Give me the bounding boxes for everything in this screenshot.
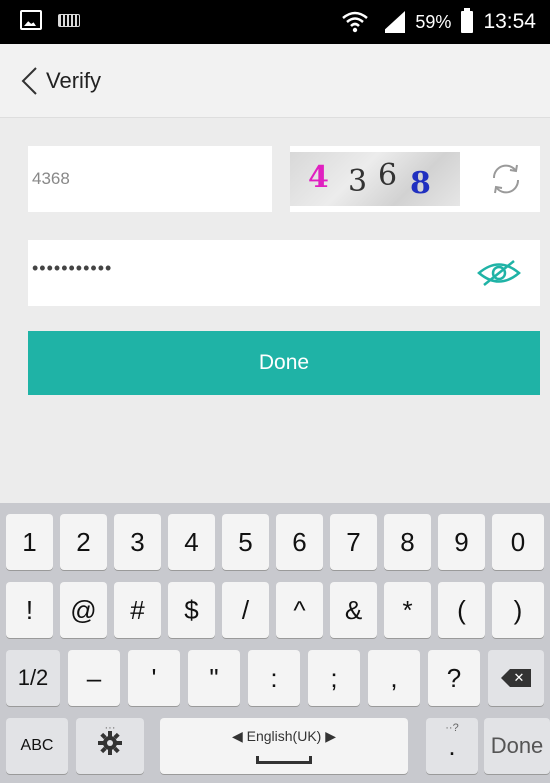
gear-icon xyxy=(97,730,123,763)
toggle-password-visibility-button[interactable] xyxy=(476,258,522,288)
key[interactable]: / xyxy=(222,582,269,638)
period-key-label: . xyxy=(448,730,456,761)
key[interactable]: 9 xyxy=(438,514,485,570)
captcha-input-value: 4368 xyxy=(32,169,70,188)
space-bar-icon xyxy=(256,756,312,764)
key[interactable]: 6 xyxy=(276,514,323,570)
keyboard-row-bottom: ABC ··· ◀ English(UK) ▶ ··? . Done xyxy=(0,718,550,774)
period-key-hint: ··? xyxy=(445,722,459,734)
status-left-icons xyxy=(20,10,80,30)
backspace-icon: ✕ xyxy=(501,669,531,687)
key[interactable]: 8 xyxy=(384,514,431,570)
key[interactable]: ( xyxy=(438,582,485,638)
key[interactable]: 5 xyxy=(222,514,269,570)
header: Verify xyxy=(0,44,550,118)
space-key[interactable]: ◀ English(UK) ▶ xyxy=(160,718,408,774)
refresh-captcha-button[interactable] xyxy=(488,162,524,196)
captcha-digit: 8 xyxy=(410,166,431,201)
space-language-label: English(UK) xyxy=(246,728,322,744)
done-button[interactable]: Done xyxy=(28,331,540,395)
backspace-key[interactable]: ✕ xyxy=(488,650,544,706)
period-key[interactable]: ··? . xyxy=(426,718,478,774)
key[interactable]: $ xyxy=(168,582,215,638)
battery-icon xyxy=(461,8,474,33)
keyboard-done-key[interactable]: Done xyxy=(484,718,550,774)
settings-key[interactable]: ··· xyxy=(76,718,144,774)
signal-icon xyxy=(379,11,406,33)
page-toggle-key[interactable]: 1/2 xyxy=(6,650,60,706)
captcha-digit: 6 xyxy=(378,158,398,193)
battery-percent: 59% xyxy=(415,11,452,32)
key[interactable]: 0 xyxy=(492,514,544,570)
key[interactable]: ' xyxy=(128,650,180,706)
back-button[interactable]: Verify xyxy=(20,62,101,100)
key[interactable]: 3 xyxy=(114,514,161,570)
key[interactable]: * xyxy=(384,582,431,638)
password-value: ••••••••••• xyxy=(32,258,113,278)
keyboard-icon xyxy=(58,13,80,27)
wifi-icon xyxy=(341,10,369,34)
status-right-icons: 59% 13:54 xyxy=(341,0,536,44)
captcha-box: 4 3 6 8 xyxy=(290,146,540,212)
key[interactable]: @ xyxy=(60,582,107,638)
key[interactable]: " xyxy=(188,650,240,706)
gallery-icon xyxy=(20,10,42,30)
key[interactable]: 7 xyxy=(330,514,377,570)
eye-slash-icon xyxy=(477,260,521,286)
captcha-input[interactable]: 4368 xyxy=(28,146,272,212)
key[interactable]: 2 xyxy=(60,514,107,570)
key[interactable]: # xyxy=(114,582,161,638)
key[interactable]: ? xyxy=(428,650,480,706)
key[interactable]: , xyxy=(368,650,420,706)
keyboard-row-punctuation: 1/2 – ' " : ; , ? ✕ xyxy=(0,650,550,706)
captcha-image: 4 3 6 8 xyxy=(290,152,460,206)
chevron-left-icon xyxy=(21,67,37,95)
refresh-icon xyxy=(492,164,520,194)
key[interactable]: – xyxy=(68,650,120,706)
language-right-arrow: ▶ xyxy=(325,728,337,744)
password-field[interactable]: ••••••••••• xyxy=(28,240,540,306)
key[interactable]: & xyxy=(330,582,377,638)
keyboard-row-symbols: ! @ # $ / ^ & * ( ) xyxy=(0,582,550,638)
page-title: Verify xyxy=(46,68,102,93)
key[interactable]: ^ xyxy=(276,582,323,638)
abc-key[interactable]: ABC xyxy=(6,718,68,774)
key[interactable]: 4 xyxy=(168,514,215,570)
key[interactable]: : xyxy=(248,650,300,706)
status-bar: 59% 13:54 xyxy=(0,0,550,44)
captcha-digit: 4 xyxy=(308,160,329,195)
captcha-digit: 3 xyxy=(348,164,368,199)
key[interactable]: ; xyxy=(308,650,360,706)
clock: 13:54 xyxy=(483,10,536,33)
key[interactable]: ) xyxy=(492,582,544,638)
key[interactable]: 1 xyxy=(6,514,53,570)
key[interactable]: ! xyxy=(6,582,53,638)
language-left-arrow: ◀ xyxy=(231,728,243,744)
soft-keyboard: 1 2 3 4 5 6 7 8 9 0 ! @ # $ / ^ & * ( ) … xyxy=(0,503,550,783)
keyboard-row-numbers: 1 2 3 4 5 6 7 8 9 0 xyxy=(0,514,550,570)
